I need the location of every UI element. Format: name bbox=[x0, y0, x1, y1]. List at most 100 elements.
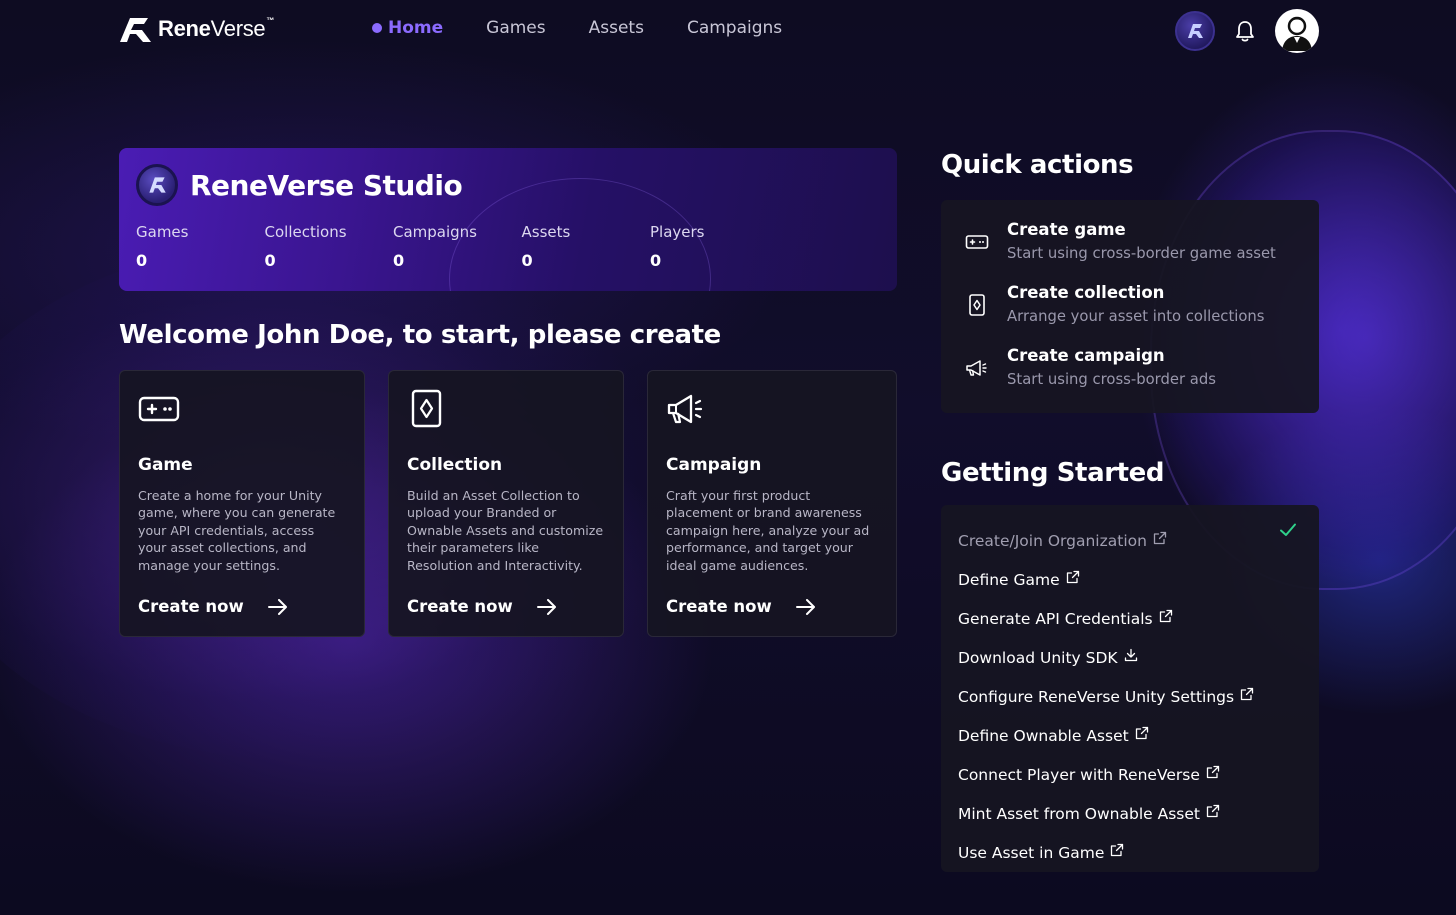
quick-action-text: Create campaign Start using cross-border… bbox=[1007, 346, 1216, 388]
studio-banner: ReneVerse Studio Games 0 Collections 0 C… bbox=[119, 148, 897, 291]
step-mint-asset[interactable]: Mint Asset from Ownable Asset bbox=[958, 794, 1319, 833]
stat-games: Games 0 bbox=[136, 223, 265, 270]
quick-action-text: Create collection Arrange your asset int… bbox=[1007, 283, 1265, 325]
stat-label: Campaigns bbox=[393, 223, 478, 241]
quick-action-subtitle: Start using cross-border ads bbox=[1007, 371, 1216, 388]
step-label: Generate API Credentials bbox=[958, 609, 1153, 628]
external-link-icon bbox=[1159, 609, 1172, 622]
checkmark-icon bbox=[1280, 523, 1296, 536]
card-diamond-icon bbox=[411, 389, 442, 428]
step-label: Define Ownable Asset bbox=[958, 726, 1129, 745]
stat-label: Collections bbox=[264, 223, 347, 241]
step-configure-unity-settings[interactable]: Configure ReneVerse Unity Settings bbox=[958, 677, 1319, 716]
external-link-icon bbox=[1135, 726, 1148, 739]
step-label: Configure ReneVerse Unity Settings bbox=[958, 687, 1235, 706]
quick-action-create-collection[interactable]: Create collection Arrange your asset int… bbox=[965, 283, 1319, 346]
quick-actions-panel: Create game Start using cross-border gam… bbox=[941, 200, 1319, 413]
quick-action-label: Create collection bbox=[1007, 283, 1165, 302]
studio-header: ReneVerse Studio bbox=[136, 164, 463, 206]
step-define-game[interactable]: Define Game bbox=[958, 560, 1319, 599]
external-link-icon bbox=[1206, 804, 1220, 817]
stat-value: 0 bbox=[521, 251, 533, 270]
getting-started-title: Getting Started bbox=[941, 458, 1165, 488]
top-nav: ReneVerse™ Home Games Assets Campaigns bbox=[0, 0, 1456, 64]
step-create-join-organization[interactable]: Create/Join Organization bbox=[958, 521, 1319, 560]
megaphone-icon bbox=[966, 360, 987, 376]
quick-action-text: Create game Start using cross-border gam… bbox=[1007, 220, 1276, 262]
quick-action-create-game[interactable]: Create game Start using cross-border gam… bbox=[965, 220, 1319, 283]
stat-value: 0 bbox=[264, 251, 276, 270]
card-game[interactable]: Game Create a home for your Unity game, … bbox=[119, 370, 365, 637]
studio-stats: Games 0 Collections 0 Campaigns 0 Assets… bbox=[136, 223, 779, 270]
create-campaign-button[interactable]: Create now bbox=[666, 597, 816, 616]
bell-icon[interactable] bbox=[1233, 19, 1257, 43]
step-label: Create/Join Organization bbox=[958, 531, 1147, 550]
quick-action-subtitle: Arrange your asset into collections bbox=[1007, 308, 1265, 325]
card-description: Craft your first product placement or br… bbox=[666, 488, 870, 573]
create-game-button[interactable]: Create now bbox=[138, 597, 288, 616]
welcome-heading: Welcome John Doe, to start, please creat… bbox=[119, 320, 721, 350]
card-description: Create a home for your Unity game, where… bbox=[138, 488, 336, 573]
step-connect-player[interactable]: Connect Player with ReneVerse bbox=[958, 755, 1319, 794]
user-avatar-icon[interactable] bbox=[1275, 9, 1319, 53]
cta-label: Create now bbox=[666, 597, 772, 616]
step-label: Download Unity SDK bbox=[958, 648, 1118, 667]
stat-assets: Assets 0 bbox=[522, 223, 651, 270]
nav-assets[interactable]: Assets bbox=[589, 18, 644, 38]
card-campaign[interactable]: Campaign Craft your first product placem… bbox=[647, 370, 897, 637]
nav-actions bbox=[1175, 9, 1319, 53]
nav-games[interactable]: Games bbox=[486, 18, 545, 38]
card-title: Collection bbox=[407, 455, 503, 475]
logo[interactable]: ReneVerse™ bbox=[118, 14, 274, 44]
nav-games-label: Games bbox=[486, 18, 546, 38]
card-description: Build an Asset Collection to upload your… bbox=[407, 488, 604, 573]
card-title: Game bbox=[138, 455, 193, 475]
stat-value: 0 bbox=[136, 251, 148, 270]
gamepad-icon bbox=[138, 396, 180, 422]
stat-label: Games bbox=[136, 223, 189, 241]
step-use-asset-in-game[interactable]: Use Asset in Game bbox=[958, 833, 1319, 872]
card-title: Campaign bbox=[666, 455, 762, 475]
download-icon bbox=[1124, 648, 1137, 661]
quick-action-create-campaign[interactable]: Create campaign Start using cross-border… bbox=[965, 346, 1319, 409]
cta-label: Create now bbox=[407, 597, 513, 616]
brand-name: ReneVerse™ bbox=[158, 16, 275, 41]
create-collection-button[interactable]: Create now bbox=[407, 597, 557, 616]
stat-value: 0 bbox=[650, 251, 662, 270]
stat-value: 0 bbox=[393, 251, 405, 270]
studio-logo-icon bbox=[136, 164, 178, 206]
arrow-right-icon bbox=[795, 598, 815, 615]
cta-label: Create now bbox=[138, 597, 244, 616]
step-label: Use Asset in Game bbox=[958, 843, 1105, 862]
megaphone-icon bbox=[667, 394, 703, 424]
reneverse-token-icon[interactable] bbox=[1175, 11, 1215, 51]
external-link-icon bbox=[1153, 531, 1167, 544]
quick-action-subtitle: Start using cross-border game asset bbox=[1007, 245, 1276, 262]
reneverse-logo-icon bbox=[120, 18, 151, 42]
getting-started-panel: Create/Join Organization Define Game Gen… bbox=[941, 505, 1319, 872]
nav-home[interactable]: Home bbox=[372, 18, 443, 38]
card-diamond-icon bbox=[969, 294, 985, 316]
nav-campaigns-label: Campaigns bbox=[686, 18, 783, 38]
stat-players: Players 0 bbox=[650, 223, 779, 270]
nav-campaigns[interactable]: Campaigns bbox=[687, 18, 782, 38]
step-generate-api-credentials[interactable]: Generate API Credentials bbox=[958, 599, 1319, 638]
quick-action-label: Create game bbox=[1007, 220, 1126, 239]
nav-home-label: Home bbox=[388, 18, 444, 38]
arrow-right-icon bbox=[536, 598, 556, 615]
active-dot-icon bbox=[372, 23, 382, 33]
stat-collections: Collections 0 bbox=[265, 223, 394, 270]
step-label: Define Game bbox=[958, 570, 1060, 589]
nav-assets-label: Assets bbox=[588, 18, 644, 38]
external-link-icon bbox=[1066, 570, 1079, 583]
step-download-unity-sdk[interactable]: Download Unity SDK bbox=[958, 638, 1319, 677]
quick-actions-title: Quick actions bbox=[941, 150, 1134, 180]
stat-label: Assets bbox=[521, 223, 571, 241]
quick-action-label: Create campaign bbox=[1007, 346, 1165, 365]
external-link-icon bbox=[1206, 765, 1220, 778]
step-label: Mint Asset from Ownable Asset bbox=[958, 804, 1200, 823]
card-collection[interactable]: Collection Build an Asset Collection to … bbox=[388, 370, 624, 637]
external-link-icon bbox=[1111, 843, 1124, 856]
step-label: Connect Player with ReneVerse bbox=[958, 765, 1200, 784]
step-define-ownable-asset[interactable]: Define Ownable Asset bbox=[958, 716, 1319, 755]
